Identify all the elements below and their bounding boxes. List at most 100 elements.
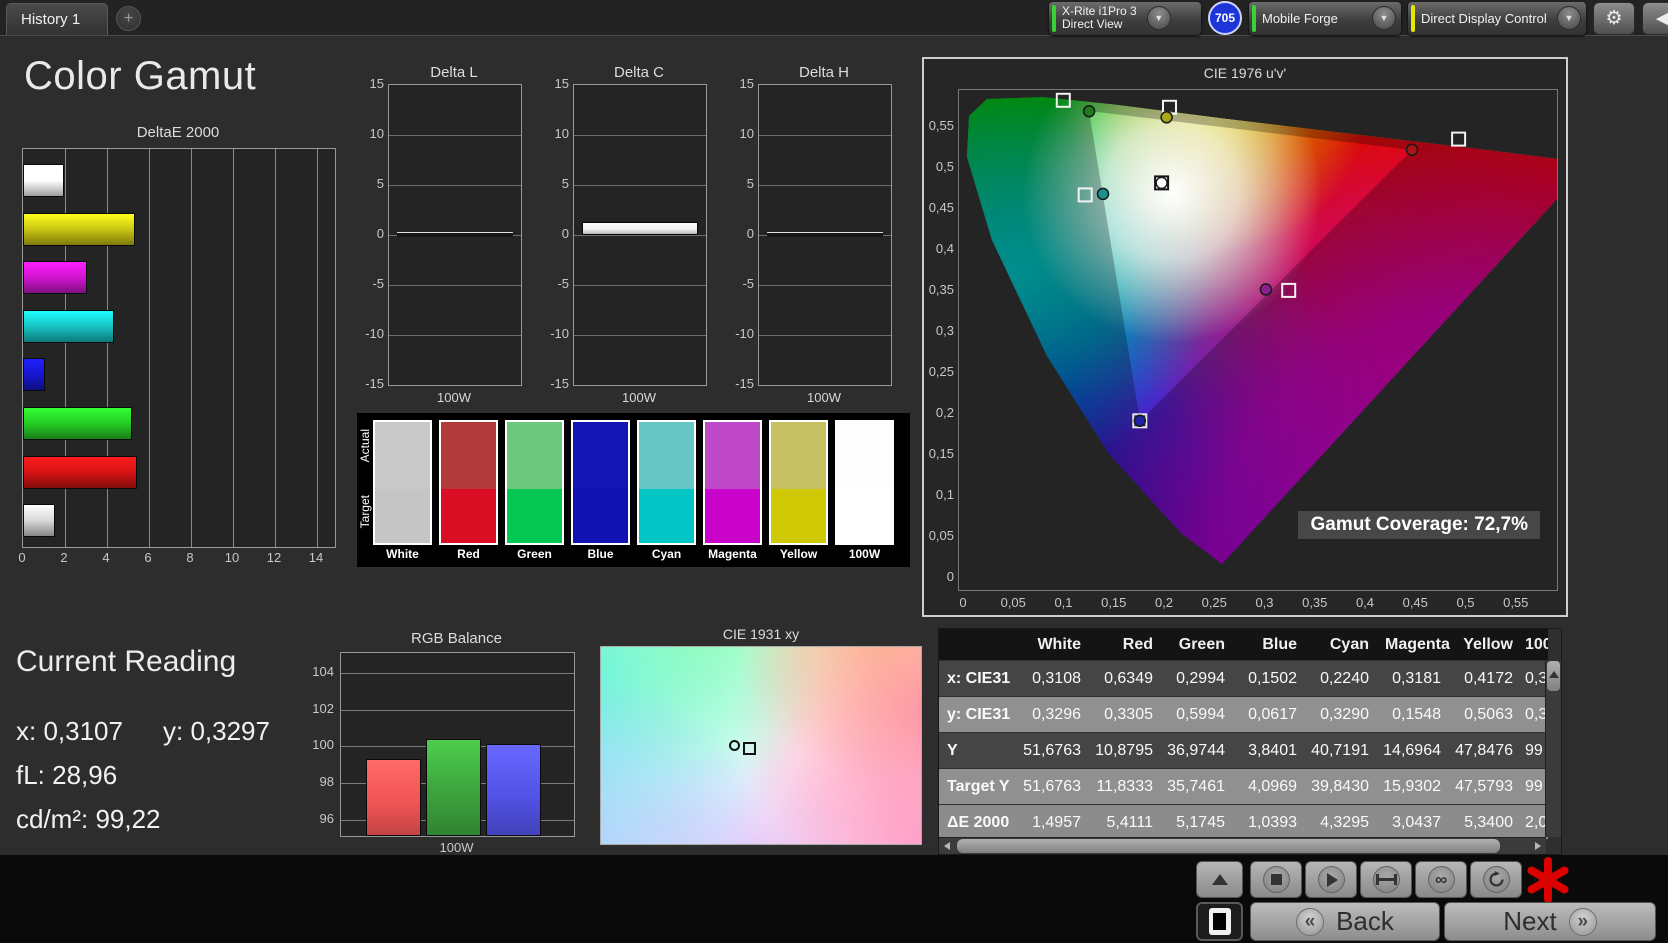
y-tick-label: -10 <box>735 326 754 341</box>
deltae-bar-100w <box>23 164 64 197</box>
target-row-label: Target <box>358 495 372 529</box>
cell-value: 47,5793 <box>1455 778 1513 795</box>
swatch-label: Red <box>457 547 480 561</box>
grid-line <box>574 335 706 336</box>
next-button[interactable]: Next » <box>1444 902 1656 941</box>
chevron-down-icon[interactable]: ▼ <box>1146 6 1171 30</box>
y-tick-label: 0,15 <box>928 446 954 461</box>
y-tick-label: 98 <box>319 773 334 789</box>
gear-icon[interactable]: ⚙ <box>1593 1 1635 35</box>
scroll-left-icon[interactable] <box>939 838 955 854</box>
y-tick-label: 5 <box>561 176 569 191</box>
cell-value: 36,9744 <box>1167 742 1225 759</box>
measured-marker-blue <box>1133 414 1147 428</box>
column-header: White <box>1037 636 1081 653</box>
grid-line <box>574 135 706 136</box>
grid-line <box>341 673 574 675</box>
column-header: Cyan <box>1329 636 1369 653</box>
cell-value: 1,4957 <box>1032 814 1081 831</box>
expand-up-button[interactable] <box>1196 861 1243 898</box>
swatch-label: White <box>386 547 419 561</box>
table-horizontal-scrollbar[interactable] <box>939 837 1546 854</box>
y-tick-label: 5 <box>376 176 384 191</box>
y-tick-label: -5 <box>557 276 569 291</box>
column-header: Magenta <box>1385 636 1450 653</box>
y-tick-label: 102 <box>312 700 334 716</box>
back-button[interactable]: « Back <box>1250 902 1440 941</box>
y-tick-label: -5 <box>742 276 754 291</box>
y-tick-label: 0 <box>746 226 754 241</box>
meter-dropdown[interactable]: X-Rite i1Pro 3 Direct View ▼ <box>1049 1 1201 35</box>
grid-line <box>759 185 891 186</box>
x-tick-label: 10 <box>224 550 240 565</box>
cell-value: 0,3296 <box>1032 706 1081 723</box>
x-tick-label: 0 <box>18 550 26 565</box>
cell-value: 0,5994 <box>1176 706 1225 723</box>
cie1931-title: CIE 1931 xy <box>722 626 800 642</box>
cell-value: 0,3181 <box>1392 670 1441 687</box>
swatch-label: Cyan <box>651 547 682 561</box>
cell-value: 10,8795 <box>1095 742 1153 759</box>
up-arrow-icon <box>1211 874 1228 885</box>
x-tick-label: 2 <box>60 550 68 565</box>
y-tick-label: 0 <box>946 569 954 584</box>
back-label: Back <box>1336 906 1394 936</box>
y-tick-label: 0 <box>376 226 384 241</box>
display-control-dropdown[interactable]: Direct Display Control ▼ <box>1408 1 1586 35</box>
row-label: ΔE 2000 <box>947 814 1010 831</box>
swatch-column-cyan: Cyan <box>637 420 696 561</box>
add-tab-button[interactable]: + <box>116 6 141 31</box>
target-swatch <box>573 488 628 543</box>
actual-swatch <box>507 422 562 489</box>
grid-line <box>759 135 891 136</box>
cell-value: 0,2994 <box>1176 670 1225 687</box>
y-tick-label: 15 <box>739 76 754 91</box>
meter-badge[interactable]: 705 <box>1208 1 1242 35</box>
chevron-down-icon[interactable]: ▼ <box>1557 6 1581 30</box>
rgb-bar-green <box>426 739 481 836</box>
row-label: Target Y <box>947 778 1010 795</box>
workflow-label: Mobile Forge <box>1262 10 1338 26</box>
target-swatch <box>771 488 826 543</box>
delta-l-title: Delta L <box>430 64 478 81</box>
x-tick-label: 0 <box>959 595 967 610</box>
pattern-window-toggle[interactable] <box>1196 902 1243 941</box>
stop-button[interactable] <box>1250 861 1302 898</box>
table-vertical-scrollbar[interactable] <box>1545 661 1561 837</box>
tab-history-1[interactable]: History 1 <box>6 3 108 35</box>
deltae-bar-yellow <box>23 212 136 246</box>
cell-value: 51,6763 <box>1023 742 1081 759</box>
current-reading-title: Current Reading <box>16 645 237 678</box>
refresh-button[interactable] <box>1470 861 1522 898</box>
horizontal-scroll-thumb[interactable] <box>957 839 1500 853</box>
workflow-dropdown[interactable]: Mobile Forge ▼ <box>1249 1 1401 35</box>
rgb-bar-red <box>366 758 421 836</box>
y-tick-label: 100 <box>312 737 334 753</box>
y-tick-label: -15 <box>735 376 754 391</box>
play-button[interactable] <box>1305 861 1357 898</box>
delta-l-chart: Delta L 100W 15 10 5 0 -5 -10 -15 <box>360 64 524 408</box>
delta-c-title: Delta C <box>613 64 665 81</box>
measured-marker-green <box>1082 105 1096 118</box>
scroll-right-icon[interactable] <box>1530 838 1546 854</box>
swatch-label: Yellow <box>779 547 818 561</box>
cell-value: 0,0617 <box>1248 706 1297 723</box>
swatch-column-magenta: Magenta <box>703 420 762 561</box>
cell-value: 15,9302 <box>1383 778 1441 795</box>
x-tick-label: 6 <box>144 550 152 565</box>
delta-h-title: Delta H <box>798 64 850 81</box>
target-marker-red <box>1451 131 1467 147</box>
scroll-up-thumb[interactable] <box>1547 661 1560 691</box>
actual-swatch <box>639 422 694 489</box>
chevron-down-icon[interactable]: ▼ <box>1372 6 1396 30</box>
actual-row-label: Actual <box>358 429 372 463</box>
collapse-panel-icon[interactable]: ◀ <box>1642 1 1668 35</box>
cell-value: 3,8401 <box>1248 742 1297 759</box>
row-label: y: CIE31 <box>947 706 1011 723</box>
continuous-measure-button[interactable]: ∞ <box>1415 861 1467 898</box>
y-tick-label: 10 <box>739 126 754 141</box>
single-measure-button[interactable] <box>1360 861 1412 898</box>
delta_h-bar <box>767 232 883 237</box>
swatch-column-blue: Blue <box>571 420 630 561</box>
x-tick-label: 0,2 <box>1154 595 1174 610</box>
